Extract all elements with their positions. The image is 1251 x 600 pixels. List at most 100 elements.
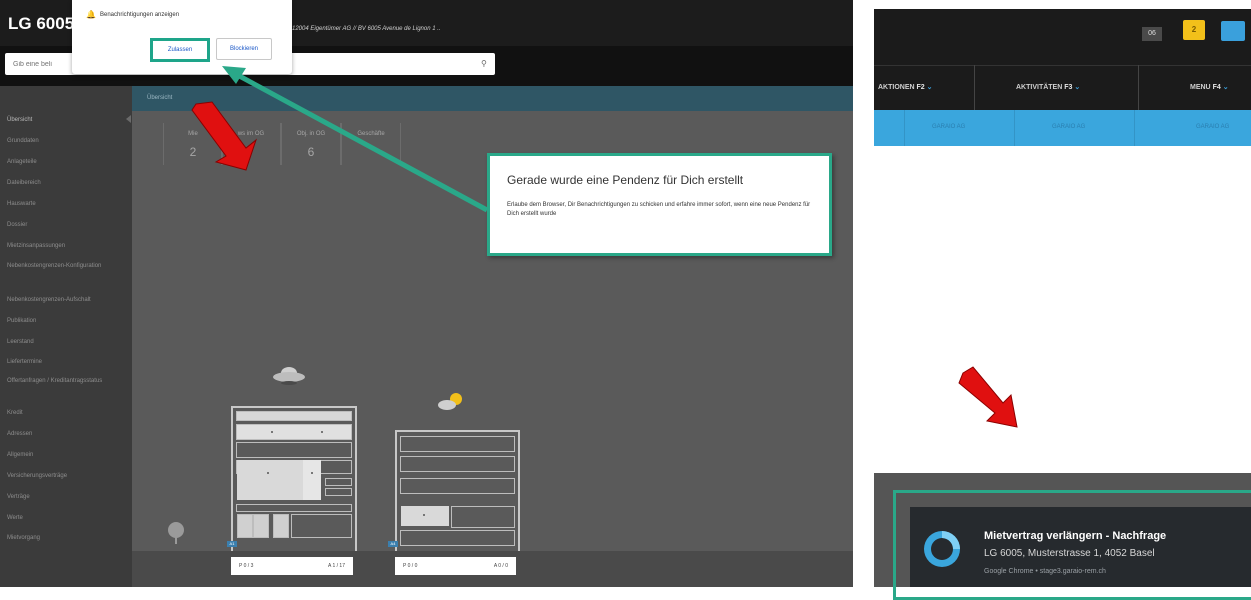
sidebar-item-allgemein[interactable]: Allgemein bbox=[7, 451, 33, 459]
menu-shortcut: F4 bbox=[1212, 84, 1221, 91]
building-roof bbox=[236, 411, 352, 421]
sidebar-item-uebersicht[interactable]: Übersicht bbox=[7, 116, 32, 124]
apartment-floor[interactable] bbox=[325, 478, 352, 486]
menu-divider bbox=[1138, 65, 1139, 110]
building-badge: A1 bbox=[227, 541, 237, 547]
apartment-floor[interactable] bbox=[451, 506, 515, 528]
notification-permission-popup: 🔔 Benachrichtigungen anzeigen Zulassen B… bbox=[72, 0, 292, 74]
sidebar-item-werte[interactable]: Werte bbox=[7, 514, 23, 522]
menu-menu[interactable]: MENU F4 ⌄ bbox=[1190, 83, 1229, 127]
ground-floor[interactable] bbox=[291, 514, 352, 538]
bell-icon: 🔔 bbox=[86, 10, 96, 19]
building-p-count: P 0 / 0 bbox=[403, 563, 418, 569]
apartment-floor[interactable] bbox=[236, 424, 352, 440]
sidebar-item-liefertermine[interactable]: Liefertermine bbox=[7, 358, 42, 366]
apartment-unit[interactable] bbox=[273, 514, 289, 538]
menu-shortcut: F3 bbox=[1064, 84, 1073, 91]
search-icon[interactable]: ⚲ bbox=[481, 59, 487, 68]
sidebar-item-nk-aufschalt[interactable]: Nebenkostengrenzen-Aufschalt bbox=[7, 296, 91, 304]
menu-divider bbox=[974, 65, 975, 110]
lamp-icon bbox=[423, 514, 425, 516]
highlight-frame bbox=[893, 490, 1251, 600]
sidebar-item-adressen[interactable]: Adressen bbox=[7, 430, 32, 438]
sidebar-item-kredit[interactable]: Kredit bbox=[7, 409, 23, 417]
building-a-count: A 0 / 0 bbox=[493, 563, 508, 569]
stat-label: Obj. in OG bbox=[296, 131, 326, 137]
block-button[interactable]: Blockieren bbox=[216, 38, 272, 60]
message-badge[interactable]: 2 bbox=[1183, 20, 1205, 40]
menu-aktionen[interactable]: AKTIONEN F2 ⌄ bbox=[878, 83, 933, 127]
apartment-floor[interactable] bbox=[236, 504, 352, 512]
stat-value: 6 bbox=[307, 145, 315, 159]
apartment-unit[interactable] bbox=[237, 514, 253, 538]
apartment-unit[interactable] bbox=[401, 506, 449, 526]
stat-value: 2 bbox=[189, 145, 197, 159]
chevron-down-icon: ⌄ bbox=[926, 84, 933, 91]
count-badge[interactable]: 06 bbox=[1142, 27, 1162, 41]
chat-icon[interactable] bbox=[1221, 21, 1245, 41]
lamp-icon bbox=[267, 472, 269, 474]
apartment-floor[interactable] bbox=[400, 456, 515, 472]
building-badge: A4 bbox=[388, 541, 398, 547]
building-left[interactable] bbox=[231, 406, 357, 553]
building-right[interactable] bbox=[395, 430, 520, 553]
subtab-divider bbox=[1014, 110, 1015, 146]
building-label-left: P 0 / 3 A 1 / 17 bbox=[231, 557, 353, 575]
stat-label: ws im OG bbox=[237, 131, 265, 137]
stats-row: Mie 2 ws im OG Obj. in OG 6 Geschäfte bbox=[163, 123, 401, 165]
tree-trunk bbox=[175, 536, 177, 544]
ground-floor[interactable] bbox=[400, 530, 515, 546]
menu-label: AKTIVITÄTEN bbox=[1016, 84, 1065, 91]
breadcrumb[interactable]: C 12004 Eigentümer AG // BV 6005 Avenue … bbox=[286, 26, 441, 32]
apartment-floor[interactable] bbox=[400, 478, 515, 494]
menu-shortcut: F2 bbox=[916, 84, 925, 91]
sidebar-item-dossier[interactable]: Dossier bbox=[7, 221, 27, 229]
stat-label: Geschäfte bbox=[357, 131, 385, 137]
stat-label: Mie bbox=[188, 131, 198, 137]
apartment-unit[interactable] bbox=[253, 514, 269, 538]
lamp-icon bbox=[321, 431, 323, 433]
info-callout: Gerade wurde eine Pendenz für Dich erste… bbox=[487, 153, 832, 256]
apartment-floor[interactable] bbox=[325, 488, 352, 496]
sidebar-item-nk-konfiguration[interactable]: Nebenkostengrenzen-Konfiguration bbox=[7, 262, 117, 270]
sidebar-item-vertraege[interactable]: Verträge bbox=[7, 493, 30, 501]
allow-button[interactable]: Zulassen bbox=[150, 38, 210, 62]
subtab-garaio-2[interactable]: GARAIO AG bbox=[1052, 124, 1085, 130]
chevron-down-icon: ⌄ bbox=[1074, 84, 1081, 91]
apartment-unit[interactable] bbox=[303, 460, 321, 500]
sidebar-item-leerstand[interactable]: Leerstand bbox=[7, 338, 34, 346]
notification-prompt-text: Benachrichtigungen anzeigen bbox=[100, 12, 180, 18]
apartment-floor[interactable] bbox=[400, 436, 515, 452]
sidebar-item-grunddaten[interactable]: Grunddaten bbox=[7, 137, 39, 145]
ufo-icon bbox=[273, 367, 305, 385]
callout-title: Gerade wurde eine Pendenz für Dich erste… bbox=[507, 173, 744, 187]
sidebar-item-versicherungsvertraege[interactable]: Versicherungsverträge bbox=[7, 472, 67, 480]
sidebar-item-anlageteile[interactable]: Anlageteile bbox=[7, 158, 37, 166]
tab-bar bbox=[132, 86, 853, 111]
sidebar-item-publikation[interactable]: Publikation bbox=[7, 317, 36, 325]
red-arrow-icon bbox=[958, 366, 1018, 428]
lamp-icon bbox=[271, 431, 273, 433]
subtab-divider bbox=[1134, 110, 1135, 146]
sidebar-item-dateibereich[interactable]: Dateibereich bbox=[7, 179, 41, 187]
stat-card: Geschäfte bbox=[341, 123, 401, 165]
tab-uebersicht[interactable]: Übersicht bbox=[147, 95, 172, 101]
sidebar-item-hauswarte[interactable]: Hauswarte bbox=[7, 200, 36, 208]
menu-aktivitaeten[interactable]: AKTIVITÄTEN F3 ⌄ bbox=[1016, 83, 1080, 127]
lamp-icon bbox=[311, 472, 313, 474]
apartment-floor[interactable] bbox=[236, 442, 352, 458]
sidebar-item-mietzinsanpassungen[interactable]: Mietzinsanpassungen bbox=[7, 242, 65, 250]
app-screenshot: LG 6005, C 12004 Eigentümer AG // BV 600… bbox=[0, 0, 853, 587]
sun-cloud-icon bbox=[438, 393, 462, 410]
subtab-garaio-3[interactable]: GARAIO AG bbox=[1196, 124, 1229, 130]
building-p-count: P 0 / 3 bbox=[239, 563, 254, 569]
building-a-count: A 1 / 17 bbox=[328, 563, 345, 569]
chevron-down-icon: ⌄ bbox=[1222, 84, 1229, 91]
subtab-garaio-1[interactable]: GARAIO AG bbox=[932, 124, 965, 130]
sidebar-item-mietvorgang[interactable]: Mietvorgang bbox=[7, 534, 40, 542]
stat-card: Mie 2 bbox=[163, 123, 223, 165]
sidebar-item-offertanfragen[interactable]: Offertanfragen / Kreditantragsstatus bbox=[7, 377, 117, 385]
callout-body: Erlaube dem Browser, Dir Benachrichtigun… bbox=[507, 202, 811, 217]
menu-label: MENU bbox=[1190, 84, 1213, 91]
stat-card: Obj. in OG 6 bbox=[281, 123, 341, 165]
